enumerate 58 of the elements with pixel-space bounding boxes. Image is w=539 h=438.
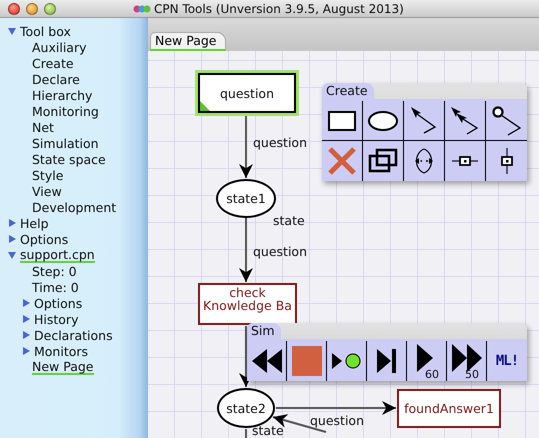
tree-item[interactable]: Simulation [32, 136, 99, 150]
collapse-triangle-icon[interactable] [8, 251, 16, 259]
transition[interactable]: question [198, 73, 296, 113]
app-logo-icon [133, 4, 151, 14]
tree-item[interactable]: Declare [32, 72, 80, 86]
tree-item[interactable]: Help [20, 216, 48, 230]
tree-item[interactable]: Development [32, 200, 116, 214]
zoom-button[interactable] [44, 2, 56, 14]
palette-title[interactable]: Create [322, 83, 374, 99]
window-title: CPN Tools (Unversion 3.9.5, August 2013) [154, 2, 404, 16]
arc-label: question [253, 135, 308, 150]
tree-item[interactable]: Options [20, 232, 68, 246]
expand-triangle-icon[interactable] [22, 315, 30, 323]
expand-triangle-icon[interactable] [22, 331, 30, 339]
tree-item[interactable]: State space [32, 152, 106, 166]
tree-item[interactable]: Style [32, 168, 64, 182]
arc-label: state [273, 213, 305, 228]
tree-item[interactable]: Options [34, 296, 82, 310]
tree-item[interactable]: Time: 0 [32, 280, 79, 294]
tree-item[interactable]: New Page [32, 360, 94, 374]
tree-item[interactable]: Monitoring [32, 104, 99, 118]
tree-item[interactable]: Net [32, 120, 54, 134]
step-count: 50 [465, 369, 479, 380]
palette-title[interactable]: Sim [247, 323, 281, 339]
circle-with-line-icon [490, 104, 522, 136]
transition[interactable]: check Knowledge Ba [198, 283, 297, 325]
tree-item[interactable]: Monitors [34, 344, 88, 358]
tree-item[interactable]: Declarations [34, 328, 113, 342]
tool-button[interactable] [363, 101, 404, 141]
arc-arrow [239, 218, 253, 282]
tree-item[interactable]: View [32, 184, 62, 198]
tree-item[interactable]: support.cpn [20, 248, 95, 262]
expand-triangle-icon[interactable] [8, 219, 16, 227]
close-button[interactable] [8, 2, 20, 14]
expand-triangle-icon[interactable] [22, 299, 30, 307]
collapse-triangle-icon[interactable] [8, 27, 16, 35]
stop-icon [290, 345, 322, 377]
tree-item[interactable]: Auxiliary [32, 40, 86, 54]
tree-item[interactable]: Tool box [20, 24, 71, 38]
tool-button[interactable] [404, 101, 445, 141]
minimize-button[interactable] [26, 2, 38, 14]
expand-triangle-icon[interactable] [22, 347, 30, 355]
tool-button[interactable] [322, 101, 363, 141]
tree-item[interactable]: Hierarchy [32, 88, 92, 102]
arc-arrow [239, 114, 253, 178]
tool-button[interactable] [445, 101, 486, 141]
arc-label: question [310, 413, 364, 428]
place[interactable]: state1 [216, 179, 276, 218]
arc-label: question [253, 244, 308, 259]
expand-triangle-icon[interactable] [8, 235, 16, 243]
double-cursor-icon [449, 104, 481, 136]
tree-item[interactable]: Create [32, 56, 74, 70]
transition[interactable]: foundAnswer1 [397, 389, 501, 428]
page-tab[interactable]: New Page [150, 32, 226, 51]
step-count: 60 [425, 369, 439, 380]
tree-item[interactable]: Step: 0 [32, 264, 77, 278]
delete-icon [326, 145, 358, 177]
tree-item[interactable]: History [34, 312, 78, 326]
